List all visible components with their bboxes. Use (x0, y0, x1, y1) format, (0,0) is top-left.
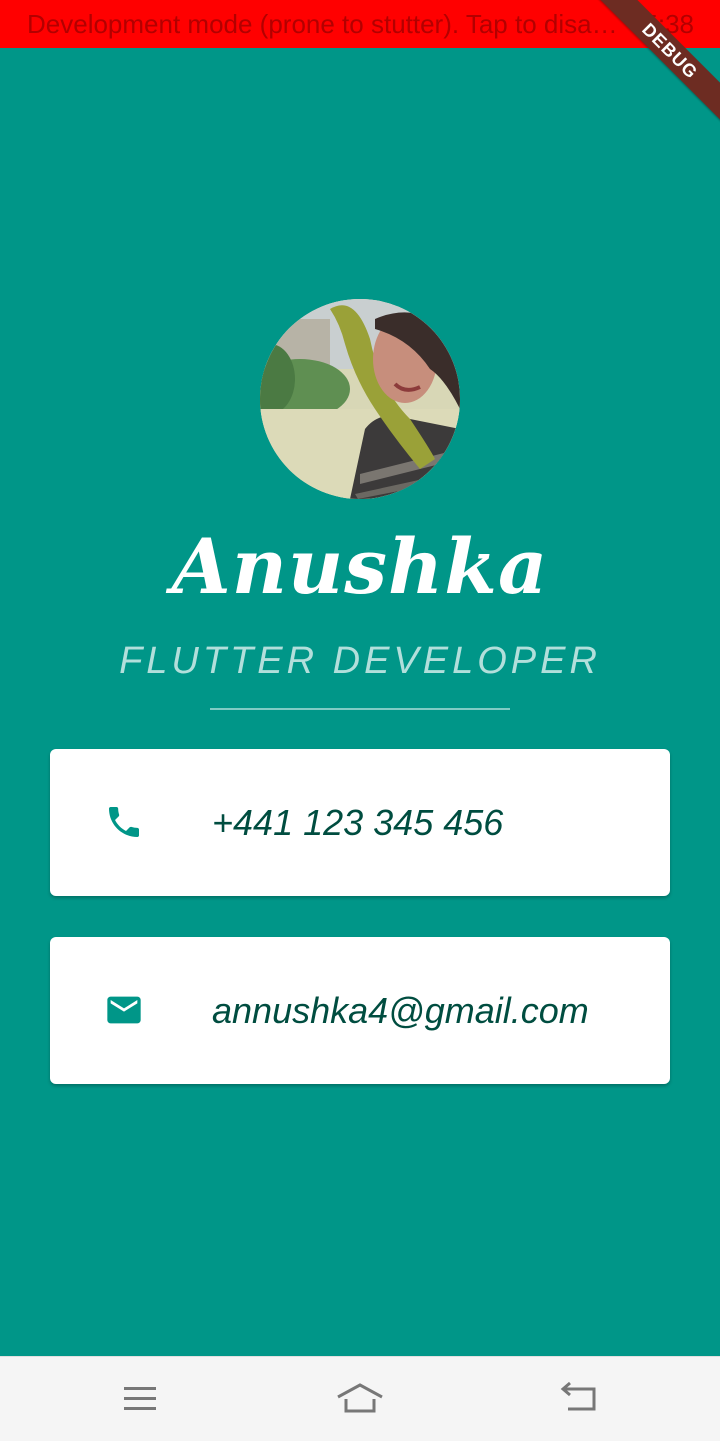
back-icon[interactable] (556, 1377, 600, 1421)
phone-icon (104, 802, 144, 842)
phone-card[interactable]: +441 123 345 456 (50, 749, 670, 896)
divider (210, 708, 510, 710)
phone-number: +441 123 345 456 (212, 802, 504, 843)
mail-icon (104, 990, 144, 1030)
navigation-bar (0, 1356, 720, 1441)
email-address: annushka4@gmail.com (212, 990, 589, 1031)
profile-name: Anushka (171, 522, 549, 611)
menu-icon[interactable] (118, 1377, 162, 1421)
profile-role: FLUTTER DEVELOPER (119, 640, 601, 682)
home-icon[interactable] (336, 1377, 383, 1421)
email-card[interactable]: annushka4@gmail.com (50, 937, 670, 1084)
avatar (260, 299, 460, 499)
dev-mode-message[interactable]: Development mode (prone to stutter). Tap… (27, 9, 627, 40)
